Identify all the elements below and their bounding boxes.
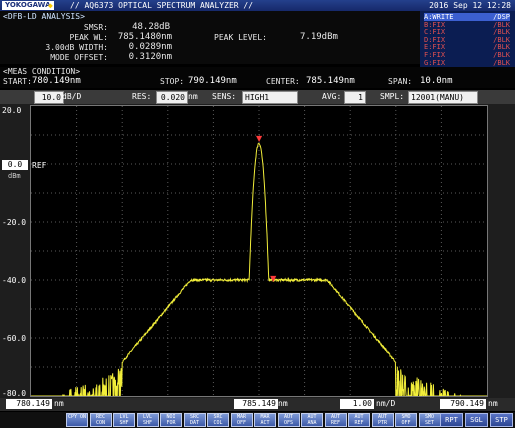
ref-unit: dBm [8,172,21,180]
peak-marker-icon: ▼ [256,134,263,143]
meas-condition: <MEAS CONDITION> START: 780.149nm STOP: … [0,67,515,88]
y-tick-minus60: -60.0 [2,334,27,343]
y-tick-top: 20.0 [2,106,22,115]
res-label: RES: [132,92,152,101]
start-field[interactable]: 780.149 [6,399,52,409]
sweep-stp-button[interactable]: STP [490,413,513,427]
spectrum-plot[interactable]: ▼ ▼ [30,105,488,397]
trace-list: A:WRITE/DSP B:FIX/BLK C:FIX/BLK D:FIX/BLK E:… [420,11,515,67]
softkey-button[interactable]: SMO SET [418,413,441,427]
softkey-button[interactable]: AUT REF [348,413,370,427]
div-field[interactable]: 1.00 [340,399,374,409]
softkey-button[interactable]: AUT PTR [371,413,394,427]
peak-wl-value: 785.1480nm [117,32,172,42]
softkey-button[interactable]: AUT OFS [277,413,300,427]
softkey-button[interactable]: AUT ANA [301,413,323,427]
smsr-value: 48.28dB [132,22,170,32]
softkey-button[interactable]: LVL SHF [136,413,159,427]
sweep-sgl-button[interactable]: SGL [465,413,488,427]
softkey-button[interactable]: MAR OFF [230,413,253,427]
side-mode-marker-icon: ▼ [270,274,277,283]
scale-field[interactable]: 10.0 [34,91,64,104]
avg-field[interactable]: 1 [344,91,366,104]
ref-level-field[interactable]: 0.0 [2,160,28,170]
smpl-label: SMPL: [380,92,405,101]
sens-label: SENS: [212,92,237,101]
softkey-button[interactable]: AUT REF [324,413,347,427]
instrument-title: // AQ6373 OPTICAL SPECTRUM ANALYZER // [70,1,254,10]
softkey-button[interactable]: SRC COL [207,413,229,427]
yokogawa-logo: YOKOGAWA [2,1,54,10]
softkey-button[interactable]: SMO OFF [395,413,417,427]
mode-offset-label: MODE OFFSET: [50,53,108,62]
axis-bar: 780.149 nm 785.149 nm 1.00 nm/D 790.149 … [0,398,515,411]
softkey-button[interactable]: CPY ON [66,413,88,427]
y-tick-minus20: -20.0 [2,218,27,227]
softkey-button[interactable]: SRC DAT [183,413,206,427]
avg-label: AVG: [322,92,342,101]
softkey-button[interactable]: LVL SHF [113,413,135,427]
analysis-panel: <DFB-LD ANALYSIS> SMSR: 48.28dB PEAK WL:… [0,11,420,64]
div-unit: nm/D [376,399,396,408]
mode-offset-value: 0.3120nm [128,52,172,62]
stop-value: 790.149nm [188,76,237,86]
logo-star-icon: ◆ [48,1,53,10]
softkey-button[interactable]: NOI FOR [160,413,182,427]
start-label: START: [3,77,32,86]
parameter-bar: 10.0 dB/D RES: 0.020 nm SENS: HIGH1 AVG:… [0,90,515,104]
trace-item[interactable]: G:FIX/BLK [424,59,510,67]
center-field[interactable]: 785.149 [234,399,278,409]
sweep-rpt-button[interactable]: RPT [440,413,463,427]
center-label: CENTER: [266,77,300,86]
center-value: 785.149nm [306,76,355,86]
trace-state: /BLK [493,58,510,67]
stop-field[interactable]: 790.149 [440,399,486,409]
stop-unit: nm [488,399,498,408]
scale-unit: dB/D [62,92,82,101]
peak-wl-label: PEAK WL: [69,33,108,42]
center-unit: nm [278,399,288,408]
peak-level-value: 7.19dBm [300,32,338,42]
stop-label: STOP: [160,77,185,86]
softkey-button[interactable]: MAR ACT [254,413,276,427]
width-label: 3.00dB WIDTH: [45,43,108,52]
start-value: 780.149nm [32,76,81,86]
datetime: 2016 Sep 12 12:28 [429,1,511,10]
sens-field[interactable]: HIGH1 [242,91,298,104]
smpl-field[interactable]: 12001(MANU) [408,91,478,104]
ref-label: REF [32,161,47,170]
width-value: 0.0289nm [128,42,172,52]
spectrum-svg: ▼▼ [31,106,487,396]
analysis-title: <DFB-LD ANALYSIS> [3,12,85,21]
meas-title: <MEAS CONDITION> [3,67,81,76]
res-field[interactable]: 0.020 [156,91,188,104]
start-unit: nm [54,399,64,408]
span-value: 10.0nm [420,76,453,86]
trace-name: G:FIX [424,58,446,67]
res-unit: nm [188,92,198,101]
smsr-label: SMSR: [83,23,108,32]
softkey-bar: CPY ON REC CON LVL SHF LVL SHF NOI FOR SRC DA… [0,412,515,428]
span-label: SPAN: [388,77,413,86]
peak-level-label: PEAK LEVEL: [214,33,267,42]
y-tick-minus40: -40.0 [2,276,27,285]
title-bar: YOKOGAWA ◆ // AQ6373 OPTICAL SPECTRUM AN… [0,0,515,11]
y-tick-minus80: -80.0 [2,389,27,398]
softkey-button[interactable]: REC CON [89,413,112,427]
